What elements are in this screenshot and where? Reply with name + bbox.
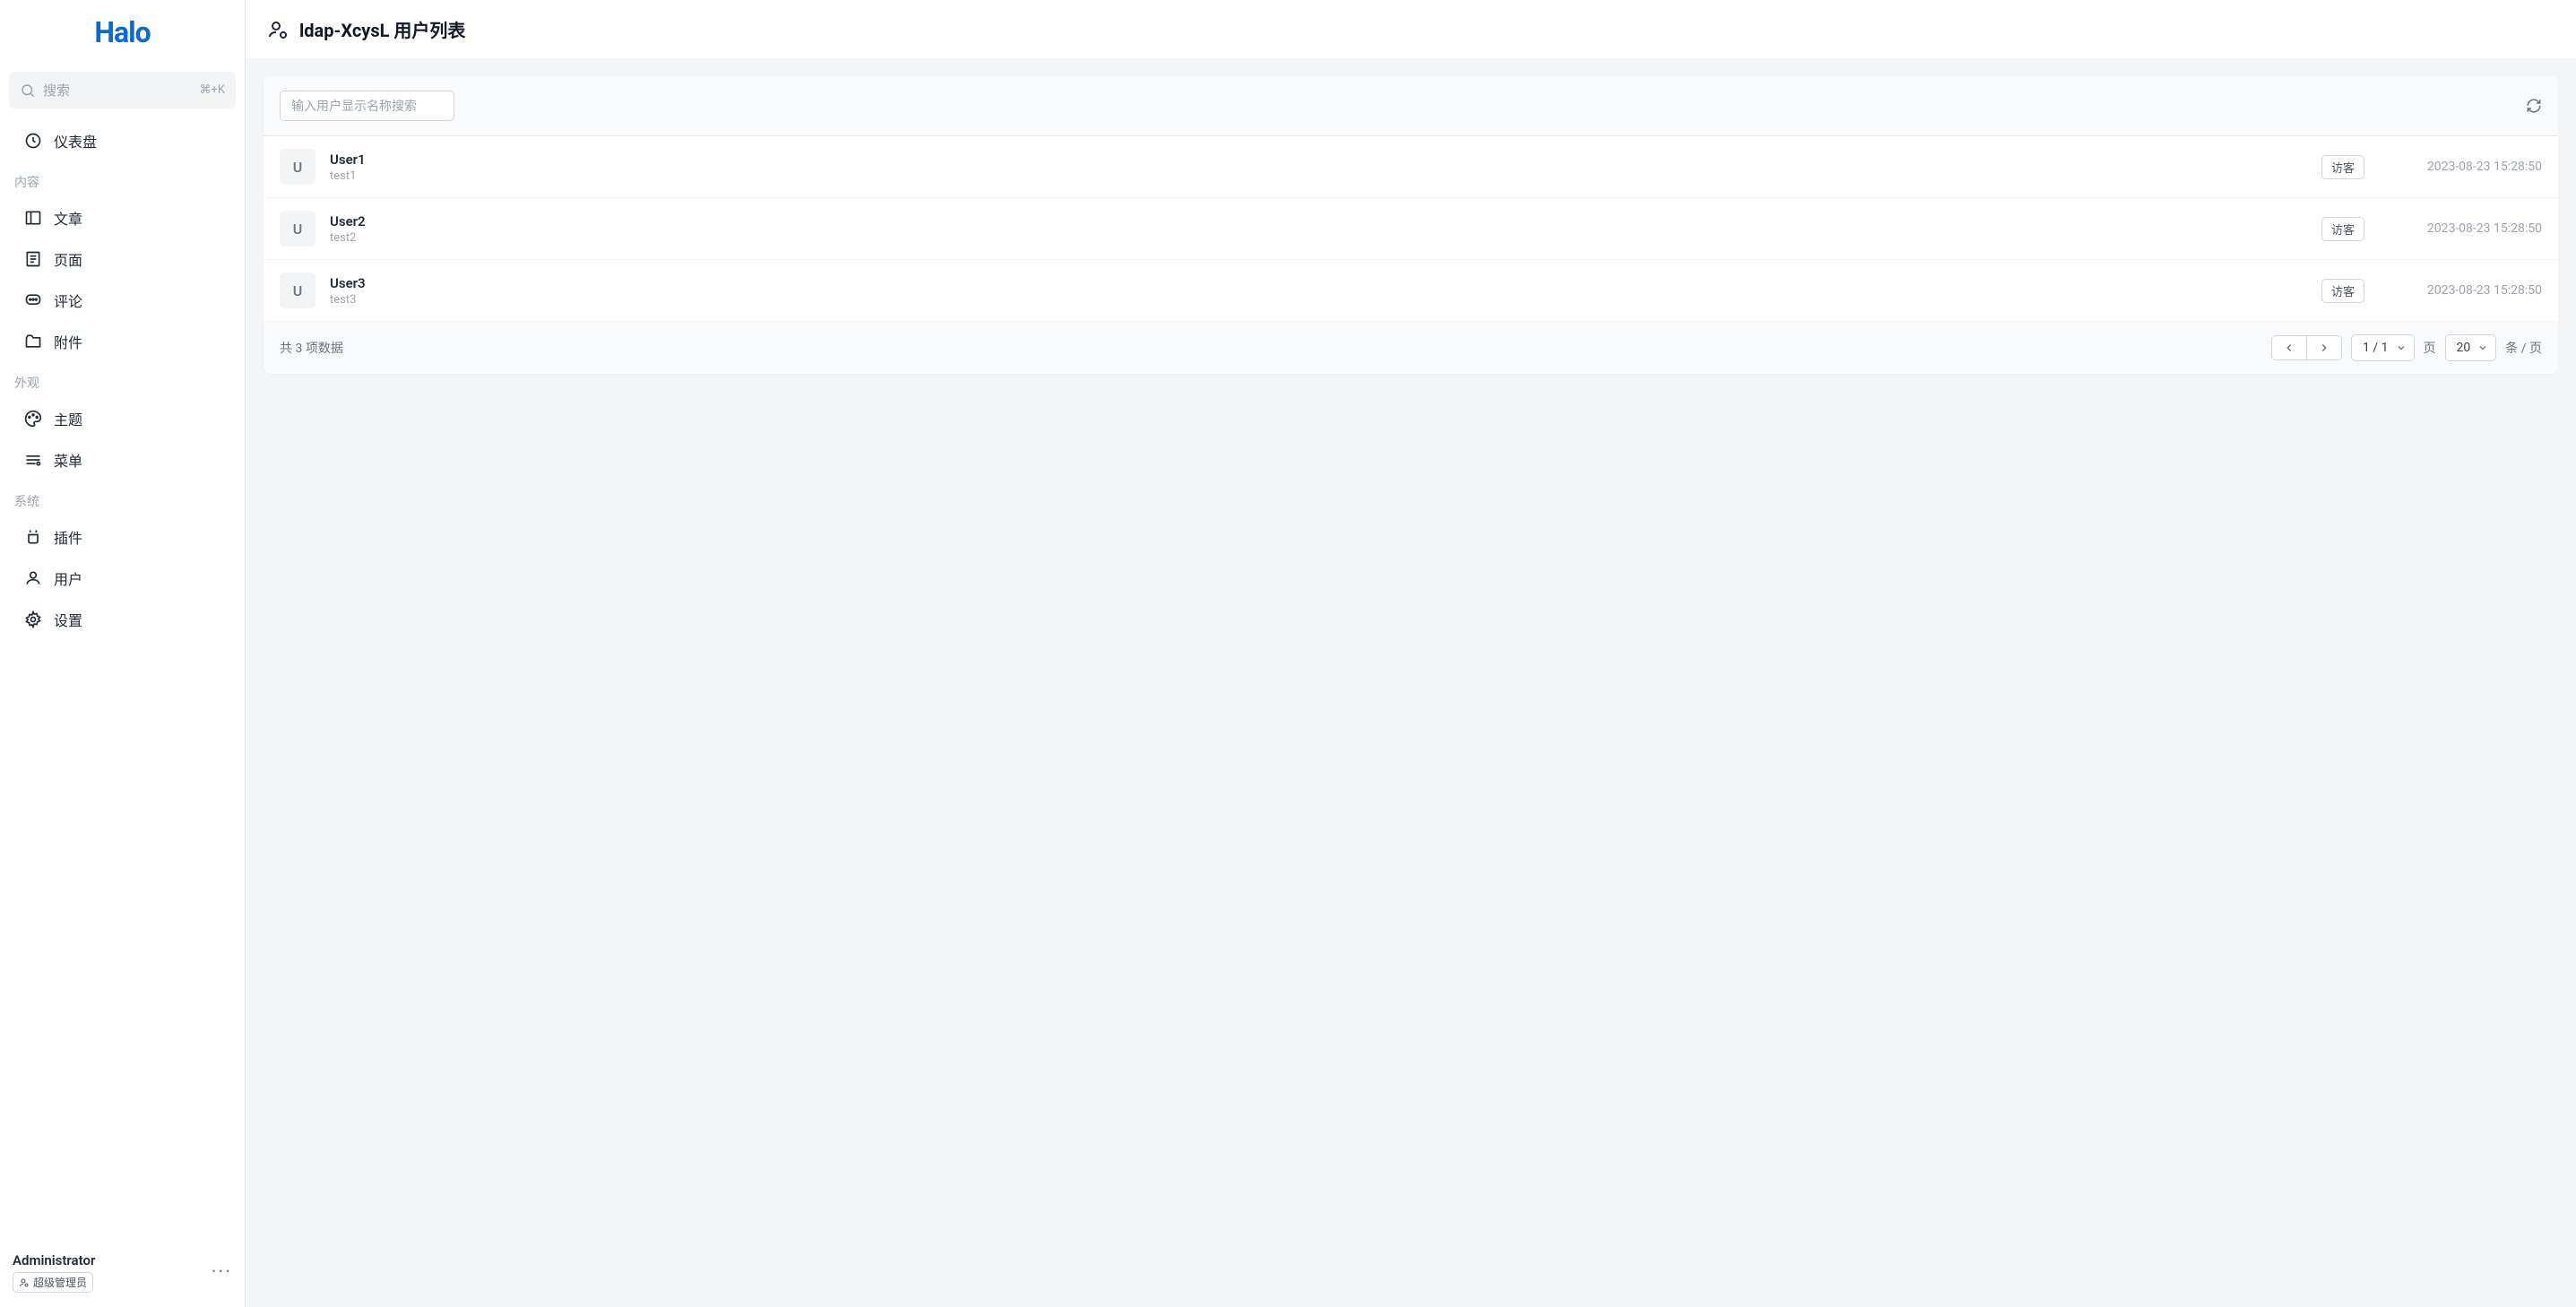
user-info: User1 test1 [330,151,2321,183]
page-label: 页 [2424,339,2436,357]
themes-icon [23,409,43,428]
page-header: ldap-XcysL 用户列表 [246,0,2576,58]
menus-icon [23,450,43,470]
chevron-down-icon [2477,342,2488,353]
avatar: U [280,273,316,308]
nav-label: 主题 [54,408,82,429]
pagination: 共 3 项数据 1 / 1 [264,322,2558,374]
nav-label: 文章 [54,207,82,229]
user-display-name: User1 [330,151,2321,168]
nav-label: 页面 [54,248,82,270]
pages-icon [23,249,43,269]
user-role-badge: 访客 [2321,279,2364,303]
user-settings-icon [267,19,289,40]
prev-page-button[interactable] [2271,335,2307,360]
toolbar [264,76,2558,136]
filter-input[interactable] [280,91,454,121]
pagination-total: 共 3 项数据 [280,339,2271,357]
user-timestamp: 2023-08-23 15:28:50 [2390,160,2542,174]
nav-attachments[interactable]: 附件 [9,322,236,361]
user-list-card: U User1 test1 访客 2023-08-23 15:28:50 U U… [264,76,2558,374]
attachments-icon [23,332,43,351]
search-shortcut: ⌘+K [199,83,225,97]
chevron-right-icon [2318,342,2330,354]
sidebar: Halo 搜索 ⌘+K 仪表盘 内容 文章 [0,0,246,1307]
nav-settings[interactable]: 设置 [9,600,236,639]
user-row[interactable]: U User2 test2 访客 2023-08-23 15:28:50 [264,198,2558,260]
refresh-icon [2526,98,2542,114]
current-username: Administrator [13,1252,95,1268]
logo-area: Halo [0,0,245,65]
size-select[interactable]: 20 [2445,334,2497,361]
dashboard-icon [23,131,43,151]
nav: 仪表盘 内容 文章 页面 评论 [0,119,245,1242]
next-page-button[interactable] [2307,335,2342,360]
plugins-icon [23,527,43,547]
settings-icon [23,610,43,629]
refresh-button[interactable] [2526,98,2542,114]
user-role-badge: 访客 [2321,217,2364,241]
more-button[interactable]: ··· [212,1261,232,1284]
logo: Halo [94,15,150,49]
user-login: test2 [330,231,2321,245]
chevron-down-icon [2396,342,2407,353]
nav-label: 设置 [54,609,82,630]
nav-label: 用户 [54,567,82,589]
nav-menus[interactable]: 菜单 [9,440,236,480]
search-placeholder: 搜索 [43,81,199,100]
nav-posts[interactable]: 文章 [9,198,236,238]
user-timestamp: 2023-08-23 15:28:50 [2390,221,2542,236]
user-info: User3 test3 [330,275,2321,307]
posts-icon [23,208,43,228]
pagination-nav [2271,335,2342,360]
user-row[interactable]: U User3 test3 访客 2023-08-23 15:28:50 [264,260,2558,322]
user-row[interactable]: U User1 test1 访客 2023-08-23 15:28:50 [264,136,2558,198]
chevron-left-icon [2283,342,2295,354]
nav-themes[interactable]: 主题 [9,399,236,438]
nav-label: 评论 [54,290,82,311]
main: ldap-XcysL 用户列表 U User1 test1 访客 2023-08… [246,0,2576,1307]
current-user: Administrator 超级管理员 [13,1252,95,1293]
user-role-icon [19,1277,30,1288]
nav-label: 仪表盘 [54,130,97,151]
user-login: test1 [330,169,2321,183]
size-label: 条 / 页 [2505,339,2542,357]
nav-users[interactable]: 用户 [9,558,236,598]
nav-label: 附件 [54,331,82,352]
sidebar-footer: Administrator 超级管理员 ··· [0,1242,245,1307]
content-area: U User1 test1 访客 2023-08-23 15:28:50 U U… [246,58,2576,1307]
search-box[interactable]: 搜索 ⌘+K [9,72,236,108]
nav-group-appearance: 外观 [4,363,241,397]
avatar: U [280,149,316,185]
page-title: ldap-XcysL 用户列表 [299,16,465,42]
user-display-name: User3 [330,275,2321,291]
user-info: User2 test2 [330,213,2321,245]
comments-icon [23,290,43,310]
avatar: U [280,211,316,247]
page-select[interactable]: 1 / 1 [2351,334,2414,361]
nav-pages[interactable]: 页面 [9,239,236,279]
user-role-badge: 访客 [2321,155,2364,179]
user-login: test3 [330,293,2321,307]
user-display-name: User2 [330,213,2321,229]
nav-label: 菜单 [54,449,82,471]
nav-group-system: 系统 [4,481,241,515]
users-icon [23,568,43,588]
nav-plugins[interactable]: 插件 [9,517,236,557]
search-icon [20,82,36,99]
nav-group-content: 内容 [4,162,241,196]
nav-comments[interactable]: 评论 [9,281,236,320]
nav-dashboard[interactable]: 仪表盘 [9,121,236,160]
user-timestamp: 2023-08-23 15:28:50 [2390,283,2542,298]
nav-label: 插件 [54,526,82,548]
current-user-role: 超级管理员 [13,1272,93,1293]
